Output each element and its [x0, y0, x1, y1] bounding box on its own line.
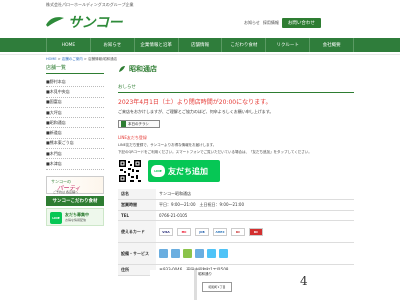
breadcrumb-current: 店舗情報/昭和通店 [87, 57, 118, 61]
line-body-2: 下記のQRコードをご利用ください。スマートフォンでご覧いただいている場合は、「友… [118, 150, 312, 154]
header-link-news[interactable]: お知らせ [244, 20, 260, 26]
mastercard-icon: MC [177, 227, 191, 236]
sidebar-item-kokufu[interactable]: ■国富店 [46, 98, 104, 108]
table-row: 設備・サービス [118, 242, 354, 265]
qr-code-icon [118, 159, 142, 183]
info-value: 0766-21-0105 [156, 210, 354, 221]
info-key: 店名 [118, 189, 156, 200]
ingredients-banner[interactable]: サンコーこだわり食材 [46, 195, 104, 206]
info-value: VISA MC JCB AMEX DC DC [156, 220, 354, 243]
nav-news[interactable]: お知らせ [91, 38, 135, 52]
party-banner[interactable]: サンコーの パーティ ご予約は 各店舗へ [46, 175, 104, 194]
sidebar: 店舗一覧 ■野村本店 ■木見中央店 ■国富店 ■大坪店 ■昭和通店 ■新道店 ■… [46, 64, 104, 226]
map-route-number: 4 [300, 274, 308, 288]
visa-card-icon: VISA [159, 227, 173, 236]
sidebar-item-otsubo[interactable]: ■大坪店 [46, 108, 104, 119]
flyer-button[interactable]: 本日のチラシ [118, 120, 160, 128]
dc-card-icon: DC [231, 227, 245, 236]
sidebar-item-shindo[interactable]: ■新道店 [46, 128, 104, 139]
line-bubble-icon: LINE [151, 165, 165, 177]
breadcrumb-store-list[interactable]: 店舗のご案内 [62, 57, 83, 61]
company-line: 株式会社パローホールディングスのグループ企業 [46, 2, 134, 7]
flyer-label: 本日のチラシ [128, 121, 149, 126]
nav-ingredients[interactable]: こだわり食材 [222, 38, 267, 52]
notice-red-text: 2023年4月1日（土）より閉店時間が20:00になります。 [118, 99, 272, 106]
table-row: TEL 0766-21-0105 [118, 210, 354, 221]
main-content: 昭和通店 おしらせ 2023年4月1日（土）より閉店時間が20:00になります。… [118, 64, 354, 276]
amex-card-icon: AMEX [213, 227, 227, 236]
notice-body-text: ご来店をおかけしますが、ご理解とご協力のほど、何卒よろしくお願い申し上げます。 [118, 109, 274, 114]
sidebar-item-nomura[interactable]: ■野村本店 [46, 77, 104, 88]
map-road-label: 昭和通り [198, 272, 212, 276]
nav-stores[interactable]: 店舗情報 [179, 38, 223, 52]
line-add-friend-label: 友だち追加 [168, 166, 208, 176]
info-key: 設備・サービス [118, 242, 156, 265]
flyer-icon [121, 121, 126, 127]
contact-button[interactable]: お問い合わせ [281, 18, 321, 28]
party-banner-sub: ご予約は 各店舗へ [53, 189, 78, 194]
nav-home[interactable]: HOME [46, 38, 91, 52]
main-nav: HOME お知らせ 企業情報と沿革 店舗情報 こだわり食材 リクルート 会社概要 [0, 38, 400, 52]
card-list: VISA MC JCB AMEX DC DC [159, 227, 351, 236]
service-bicycle-icon [207, 249, 216, 258]
page-title: 昭和通店 [129, 65, 157, 73]
line-icon: LINE [50, 211, 62, 224]
info-key: 使えるカード [118, 220, 156, 243]
nav-company-history[interactable]: 企業情報と沿革 [135, 38, 179, 52]
table-row: 店名 サンコー昭和通店 [118, 189, 354, 200]
sidebar-heading: 店舗一覧 [46, 64, 104, 74]
service-parking-icon [159, 249, 168, 258]
line-banner-sub: お得な情報配信 [65, 217, 87, 222]
service-wheelchair-icon [171, 249, 180, 258]
sidebar-item-kimon[interactable]: ■木門店 [46, 149, 104, 160]
breadcrumb: HOME > 店舗のご案内 > 店舗情報/昭和通店 [46, 57, 118, 61]
notice-heading: おしらせ [118, 84, 354, 93]
service-recycle-icon [219, 249, 228, 258]
nav-recruit[interactable]: リクルート [266, 38, 311, 52]
info-key: TEL [118, 210, 156, 221]
header-link-recruit[interactable]: 採用情報 [263, 20, 279, 26]
logo[interactable]: サンコー [44, 14, 124, 31]
line-banner[interactable]: LINE 友だち募集中 お得な情報配信 [46, 207, 104, 226]
store-map[interactable]: 昭和通り 昭和町1丁目 4 [150, 270, 354, 300]
nav-company[interactable]: 会社概要 [310, 38, 355, 52]
service-icons [159, 249, 351, 258]
map-store-pin: 昭和町1丁目 [202, 282, 232, 292]
service-atm-icon [183, 249, 192, 258]
dc-red-card-icon: DC [249, 227, 263, 236]
leaf-mark-icon [119, 66, 125, 72]
line-body-1: LINE友だち登録で、サンコーよりお得な情報をお届けします。 [118, 143, 217, 147]
sidebar-item-kimi[interactable]: ■木見中央店 [46, 87, 104, 98]
line-heading: LINE友だち登録 [118, 135, 147, 140]
sidebar-item-kizu[interactable]: ■木津店 [46, 159, 104, 170]
line-add-friend-button[interactable]: LINE 友だち追加 [148, 160, 220, 182]
leaf-logo-icon [46, 17, 64, 28]
table-row: 営業時間 平日：9:00～21:00 土日祝日：9:00～21:00 [118, 199, 354, 211]
store-info-table: 店名 サンコー昭和通店 営業時間 平日：9:00～21:00 土日祝日：9:00… [118, 189, 354, 276]
logo-text: サンコー [68, 15, 123, 31]
info-key: 営業時間 [118, 199, 156, 211]
info-value: 平日：9:00～21:00 土日祝日：9:00～21:00 [156, 199, 354, 211]
map-road [194, 270, 197, 300]
sidebar-item-showadori[interactable]: ■昭和通店 [46, 118, 104, 129]
info-value: サンコー昭和通店 [156, 189, 354, 200]
sidebar-item-kumamoto[interactable]: ■熊本東ごう店 [46, 139, 104, 150]
service-toilet-icon [195, 249, 204, 258]
info-value [156, 242, 354, 265]
breadcrumb-home[interactable]: HOME [46, 57, 57, 61]
table-row: 使えるカード VISA MC JCB AMEX DC DC [118, 220, 354, 243]
jcb-card-icon: JCB [195, 227, 209, 236]
